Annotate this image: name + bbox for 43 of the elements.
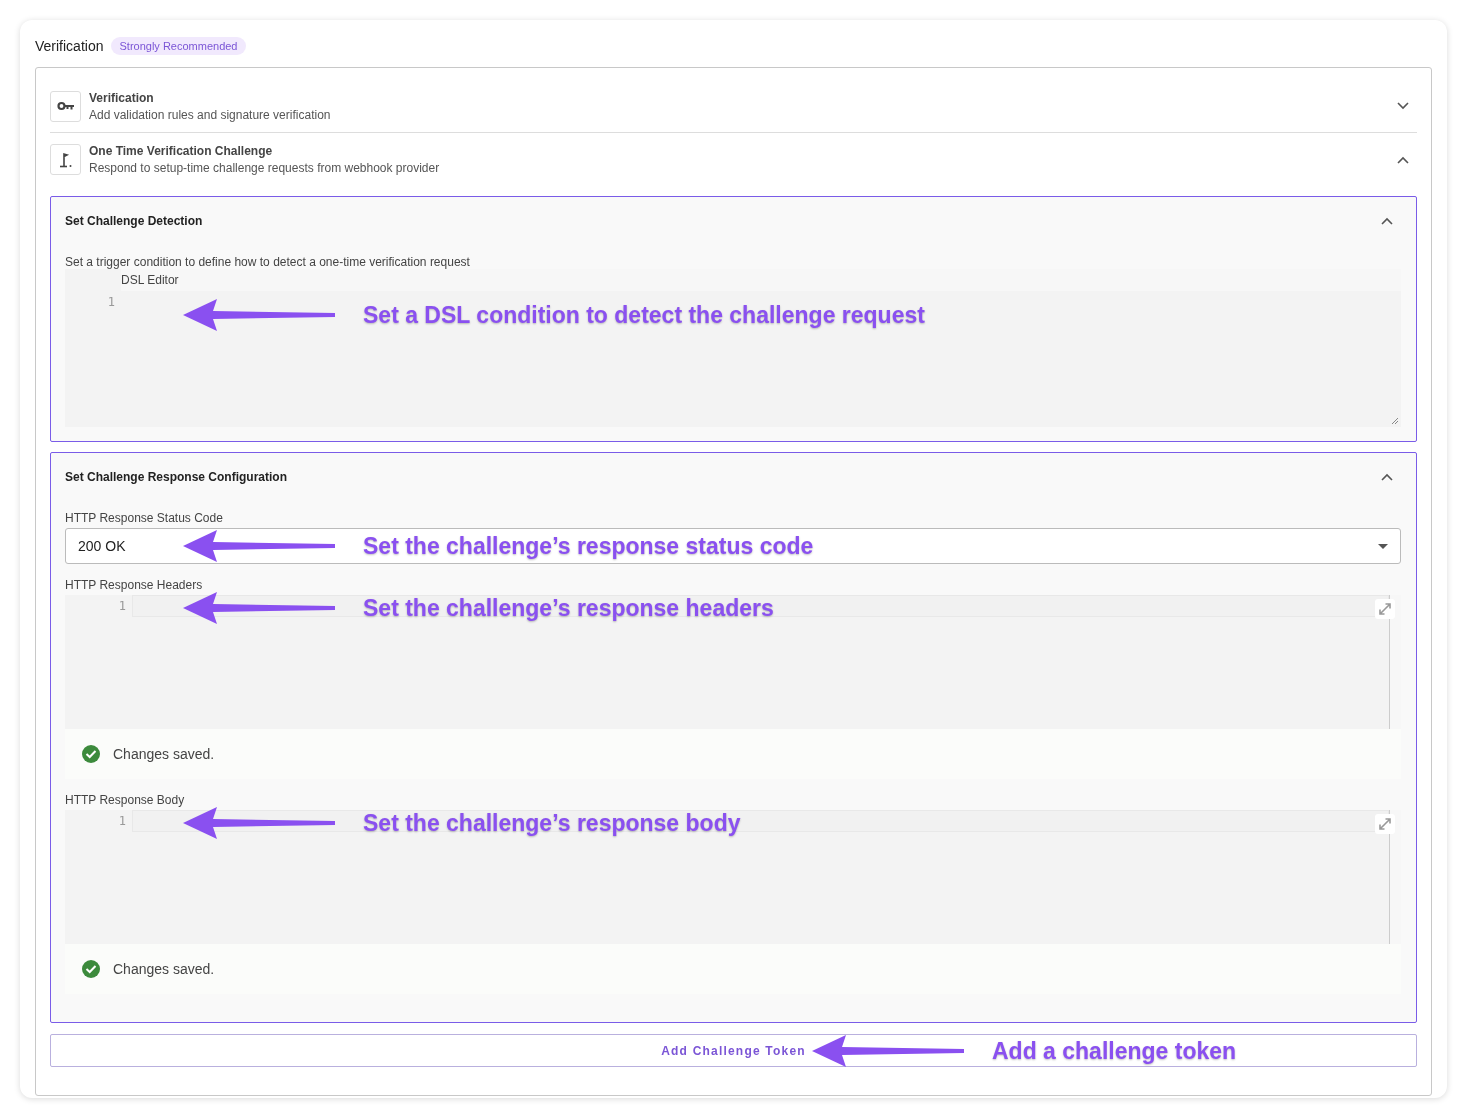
section-title: Verification — [35, 38, 104, 54]
code-editor[interactable]: 1 Set the challenge’s response headers — [65, 595, 1401, 729]
annotation-text: Set the challenge’s response headers — [363, 594, 774, 622]
resize-handle-icon[interactable] — [1391, 417, 1399, 425]
accordion-subtitle: Add validation rules and signature verification — [89, 107, 332, 122]
line-number: 1 — [118, 814, 126, 830]
annotation-text: Set the challenge’s response body — [363, 809, 741, 837]
key-icon — [56, 101, 75, 111]
accordion-title: One Time Verification Challenge — [89, 144, 274, 158]
editor-label: DSL Editor — [121, 273, 179, 287]
annotation-text: Set the challenge’s response status code — [363, 532, 814, 560]
chevron-down-icon — [1397, 102, 1409, 110]
chevron-up-icon — [1381, 217, 1393, 225]
arrow-icon — [183, 591, 337, 625]
field-label: HTTP Response Status Code — [65, 511, 224, 525]
chevron-up-icon — [1381, 473, 1393, 481]
line-number: 1 — [107, 295, 115, 311]
field-label: HTTP Response Headers — [65, 578, 204, 592]
check-circle-icon — [81, 959, 101, 979]
accordion-title: Verification — [89, 90, 155, 105]
saved-status: Changes saved. — [113, 961, 215, 977]
description-text: Set a trigger condition to define how to detect a one-time verification request — [65, 255, 471, 269]
arrow-icon — [183, 529, 337, 563]
dropdown-caret-icon — [1378, 543, 1388, 549]
check-circle-icon — [81, 744, 101, 764]
expand-button[interactable] — [1375, 599, 1395, 619]
arrow-icon — [812, 1034, 966, 1068]
flag-icon — [58, 151, 73, 168]
dsl-editor[interactable]: 1 DSL Editor Set a DSL condition to detect the challenge request — [65, 269, 1401, 427]
field-label: HTTP Response Body — [65, 793, 186, 807]
accordion-subtitle: Respond to setup-time challenge requests from webhook provider — [89, 161, 441, 175]
annotation-text: Add a challenge token — [992, 1037, 1237, 1065]
code-editor[interactable]: 1 Set the challenge’s response body — [65, 810, 1401, 944]
arrow-icon — [183, 806, 337, 840]
saved-status: Changes saved. — [113, 746, 215, 762]
recommended-badge: Strongly Recommended — [111, 37, 246, 55]
expand-button[interactable] — [1375, 814, 1395, 834]
line-number: 1 — [118, 599, 126, 615]
arrow-icon — [183, 298, 337, 332]
section-heading: Set Challenge Detection — [65, 214, 204, 228]
chevron-up-icon — [1397, 155, 1409, 164]
annotation-text: Set a DSL condition to detect the challenge request — [363, 301, 925, 329]
section-heading: Set Challenge Response Configuration — [65, 470, 289, 484]
